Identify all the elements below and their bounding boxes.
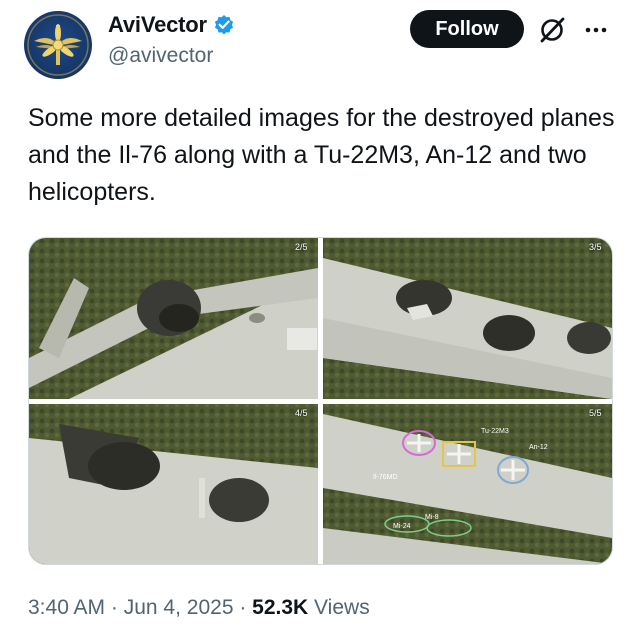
tile-counter-2: 2/5 <box>295 242 308 252</box>
more-dots-icon[interactable] <box>582 16 610 44</box>
tweet-text: Some more detailed images for the destro… <box>28 104 615 206</box>
annotation-tu22m3: Tu-22M3 <box>481 428 509 435</box>
annotation-mi8: Mi-8 <box>425 514 439 521</box>
views-label: Views <box>308 596 370 619</box>
tweet-date[interactable]: Jun 4, 2025 <box>124 596 234 620</box>
author-name-row[interactable]: AviVector <box>108 12 235 38</box>
tile-counter-5: 5/5 <box>589 408 602 418</box>
author-display-name[interactable]: AviVector <box>108 12 207 38</box>
annotation-mi24: Mi-24 <box>393 523 411 530</box>
avatar[interactable] <box>24 11 92 79</box>
verified-badge-icon <box>214 15 233 35</box>
author-handle[interactable]: @avivector <box>108 44 213 68</box>
annotation-an12: An-12 <box>529 444 548 451</box>
satellite-tile-3[interactable] <box>323 238 612 399</box>
tile-counter-3: 3/5 <box>589 242 602 252</box>
satellite-tile-5[interactable] <box>323 404 612 564</box>
satellite-tile-4[interactable] <box>29 404 318 564</box>
media-grid[interactable]: 2/5 3/5 4/5 5/5 Tu-22M3 An-12 Il-76MD Mi… <box>28 237 613 565</box>
winged-propeller-emblem-icon <box>27 14 89 76</box>
follow-button[interactable]: Follow <box>410 10 524 48</box>
tile-counter-4: 4/5 <box>295 408 308 418</box>
tweet-meta: 3:40 AM · Jun 4, 2025 · 52.3K Views <box>28 596 370 620</box>
grok-slash-icon[interactable] <box>536 14 568 46</box>
annotation-il76md: Il-76MD <box>373 474 398 481</box>
meta-separator: · <box>105 596 124 619</box>
views-count[interactable]: 52.3K <box>252 596 308 620</box>
satellite-images <box>29 238 612 564</box>
satellite-tile-2[interactable] <box>29 238 318 399</box>
tweet-time[interactable]: 3:40 AM <box>28 596 105 620</box>
meta-separator: · <box>233 596 253 619</box>
